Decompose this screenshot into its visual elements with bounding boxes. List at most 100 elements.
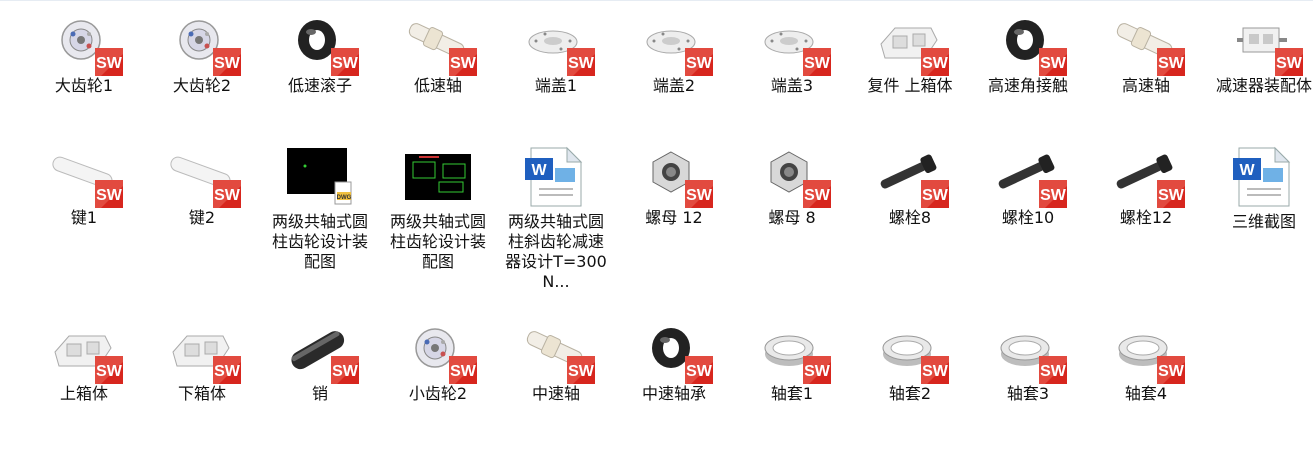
file-item[interactable]: SW 端盖3 (733, 14, 851, 96)
file-label: 大齿轮1 (54, 76, 114, 95)
file-label: 螺栓8 (888, 208, 932, 227)
svg-text:SW: SW (568, 363, 595, 380)
file-item[interactable]: SW 高速角接触 (969, 14, 1087, 96)
file-label: 低速滚子 (287, 76, 352, 95)
file-item[interactable]: SW 轴套3 (969, 322, 1087, 404)
file-label: 键2 (188, 208, 216, 227)
file-item[interactable]: SW 轴套4 (1087, 322, 1205, 404)
svg-text:SW: SW (96, 363, 123, 380)
svg-text:SW: SW (214, 363, 241, 380)
svg-text:SW: SW (1158, 363, 1185, 380)
file-item[interactable]: SW 键1 (25, 146, 143, 228)
svg-text:SW: SW (450, 55, 477, 72)
file-item[interactable]: SW 小齿轮2 (379, 322, 497, 404)
file-item[interactable]: SW 下箱体 (143, 322, 261, 404)
end-cap-sw-icon: SW (757, 14, 831, 76)
file-item[interactable]: SW 键2 (143, 146, 261, 228)
svg-text:SW: SW (804, 55, 831, 72)
svg-text:SW: SW (332, 363, 359, 380)
bolt-sw-icon: SW (1111, 146, 1185, 208)
word-document-icon: W (1229, 146, 1299, 208)
file-label: 螺栓12 (1119, 208, 1173, 227)
dwg-icon: DWG (285, 146, 355, 208)
file-item[interactable]: SW 减速器装配体 (1205, 14, 1313, 96)
file-label: 中速轴承 (641, 384, 706, 403)
file-label: 高速轴 (1121, 76, 1170, 95)
word-document-icon: W (521, 146, 591, 208)
file-label: 高速角接触 (987, 76, 1068, 95)
file-item[interactable]: SW 螺栓8 (851, 146, 969, 228)
file-item[interactable]: SW 端盖1 (497, 14, 615, 96)
housing-sw-icon: SW (49, 322, 123, 384)
key-sw-icon: SW (49, 146, 123, 208)
file-label: 端盖1 (534, 76, 578, 95)
file-item[interactable]: W 两级共轴式圆柱斜齿轮减速器设计T=300N... (497, 146, 615, 292)
svg-text:DWG: DWG (337, 195, 352, 201)
gear-sw-icon: SW (167, 14, 241, 76)
file-item[interactable]: SW 销 (261, 322, 379, 404)
file-item[interactable]: DWG 两级共轴式圆柱齿轮设计装配图 (261, 146, 379, 272)
bearing-sw-icon: SW (993, 14, 1067, 76)
window-top-border (0, 0, 1313, 5)
file-label: 中速轴 (531, 384, 580, 403)
file-label: 端盖2 (652, 76, 696, 95)
nut-sw-icon: SW (639, 146, 713, 208)
svg-text:SW: SW (922, 363, 949, 380)
gear-sw-icon: SW (403, 322, 477, 384)
file-label: 复件 上箱体 (867, 76, 953, 95)
end-cap-sw-icon: SW (639, 14, 713, 76)
file-item[interactable]: SW 复件 上箱体 (851, 14, 969, 96)
svg-text:SW: SW (686, 363, 713, 380)
file-label: 小齿轮2 (408, 384, 468, 403)
shaft-sw-icon: SW (1111, 14, 1185, 76)
file-label: 轴套3 (1006, 384, 1050, 403)
svg-text:SW: SW (1040, 55, 1067, 72)
file-item[interactable]: SW 螺栓10 (969, 146, 1087, 228)
svg-text:SW: SW (686, 55, 713, 72)
file-item[interactable]: SW 中速轴 (497, 322, 615, 404)
file-label: 减速器装配体 (1215, 76, 1312, 95)
file-item[interactable]: SW 端盖2 (615, 14, 733, 96)
svg-text:SW: SW (922, 55, 949, 72)
file-item[interactable]: SW 大齿轮2 (143, 14, 261, 96)
file-label: 轴套4 (1124, 384, 1168, 403)
file-item[interactable]: W 三维截图 (1205, 146, 1313, 232)
svg-text:SW: SW (922, 187, 949, 204)
file-label: 螺母 8 (768, 208, 816, 227)
key-sw-icon: SW (167, 146, 241, 208)
pin-sw-icon: SW (285, 322, 359, 384)
svg-text:SW: SW (214, 55, 241, 72)
file-item[interactable]: SW 低速滚子 (261, 14, 379, 96)
file-item[interactable]: SW 螺母 12 (615, 146, 733, 228)
file-item[interactable]: SW 大齿轮1 (25, 14, 143, 96)
gear-sw-icon: SW (49, 14, 123, 76)
file-label: 两级共轴式圆柱齿轮设计装配图 (271, 212, 368, 271)
file-item[interactable]: SW 中速轴承 (615, 322, 733, 404)
sleeve-sw-icon: SW (993, 322, 1067, 384)
file-item[interactable]: SW 轴套2 (851, 322, 969, 404)
file-item[interactable]: 两级共轴式圆柱齿轮设计装配图 (379, 146, 497, 272)
file-item[interactable]: SW 上箱体 (25, 322, 143, 404)
svg-text:SW: SW (214, 187, 241, 204)
svg-text:SW: SW (1158, 187, 1185, 204)
file-label: 螺母 12 (645, 208, 703, 227)
file-label: 两级共轴式圆柱齿轮设计装配图 (389, 212, 486, 271)
svg-text:SW: SW (96, 187, 123, 204)
file-item[interactable]: SW 螺栓12 (1087, 146, 1205, 228)
file-item[interactable]: SW 低速轴 (379, 14, 497, 96)
housing-sw-icon: SW (167, 322, 241, 384)
icon-row: SW 上箱体 SW 下箱体 SW 销 SW 小齿轮2 SW 中速轴 SW 中速轴… (25, 322, 1313, 452)
file-label: 两级共轴式圆柱斜齿轮减速器设计T=300N... (505, 212, 607, 291)
svg-text:W: W (531, 162, 547, 179)
file-item[interactable]: SW 高速轴 (1087, 14, 1205, 96)
sleeve-sw-icon: SW (875, 322, 949, 384)
file-label: 销 (311, 384, 328, 403)
file-item[interactable]: SW 螺母 8 (733, 146, 851, 228)
svg-text:SW: SW (332, 55, 359, 72)
svg-text:SW: SW (804, 187, 831, 204)
file-item[interactable]: SW 轴套1 (733, 322, 851, 404)
icon-row: SW 键1 SW 键2 DWG 两级共轴式圆柱齿轮设计装配图 两级共轴式圆柱齿轮设… (25, 146, 1313, 291)
file-label: 键1 (70, 208, 98, 227)
file-label: 低速轴 (413, 76, 462, 95)
file-label: 大齿轮2 (172, 76, 232, 95)
